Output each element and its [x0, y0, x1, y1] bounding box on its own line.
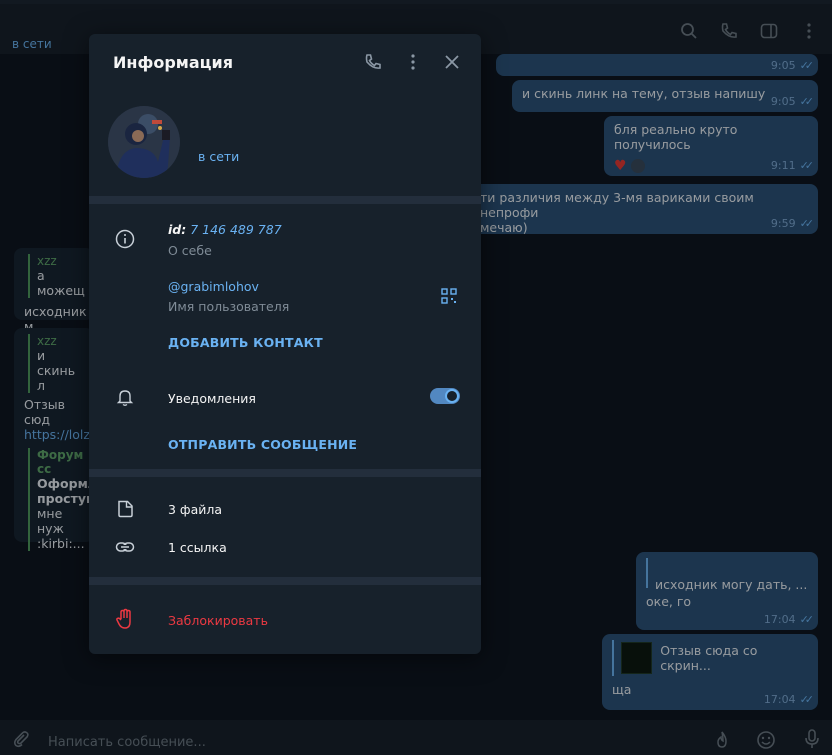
notifications-toggle[interactable]: [430, 388, 460, 404]
send-message-button[interactable]: ОТПРАВИТЬ СООБЩЕНИЕ: [168, 437, 357, 452]
id-value[interactable]: 7 146 489 787: [190, 222, 281, 237]
id-label: id:: [168, 222, 187, 237]
section-divider: [89, 577, 481, 585]
link-icon: [114, 536, 136, 558]
username-link[interactable]: @grabimlohov: [168, 279, 259, 294]
links-row[interactable]: 1 ссылка: [168, 540, 227, 555]
add-contact-button[interactable]: ДОБАВИТЬ КОНТАКТ: [168, 335, 323, 350]
toggle-knob: [445, 389, 459, 403]
bell-icon: [114, 386, 136, 408]
user-id-row[interactable]: id: 7 146 489 787: [168, 222, 282, 237]
notifications-label: Уведомления: [168, 391, 256, 406]
panel-title: Информация: [113, 53, 233, 72]
qr-code-icon[interactable]: [438, 285, 460, 307]
files-row[interactable]: 3 файла: [168, 502, 222, 517]
username-label: Имя пользователя: [168, 299, 290, 314]
section-divider: [89, 469, 481, 477]
info-icon: [114, 228, 136, 250]
avatar[interactable]: [108, 106, 180, 178]
phone-icon[interactable]: [362, 51, 384, 73]
block-button[interactable]: Заблокировать: [168, 613, 268, 628]
user-info-panel: Информация в сети id: 7 146 489 787 О се…: [89, 34, 481, 654]
block-hand-icon: [114, 608, 136, 630]
section-divider: [89, 196, 481, 204]
file-icon: [114, 498, 136, 520]
close-icon[interactable]: [441, 51, 463, 73]
more-icon[interactable]: [402, 51, 424, 73]
about-label: О себе: [168, 243, 212, 258]
user-status: в сети: [198, 149, 240, 164]
